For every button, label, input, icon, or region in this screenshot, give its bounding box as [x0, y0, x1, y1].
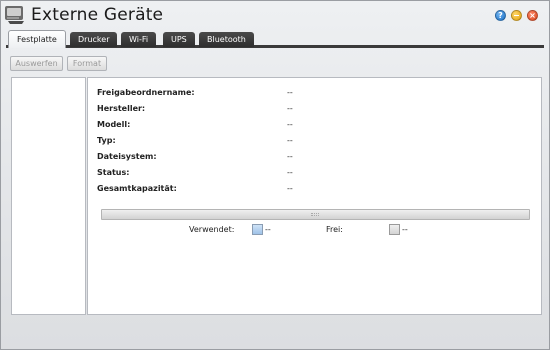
free-color-swatch	[389, 224, 400, 235]
tab-ups[interactable]: UPS	[163, 32, 195, 47]
used-label: Verwendet:	[189, 225, 235, 234]
detail-row-total-capacity: Gesamtkapazität: --	[97, 183, 517, 195]
detail-row-share-name: Freigabeordnername: --	[97, 87, 517, 99]
detail-value: --	[287, 88, 293, 97]
detail-value: --	[287, 184, 293, 193]
device-details-panel: Freigabeordnername: -- Hersteller: -- Mo…	[87, 77, 542, 315]
detail-label: Gesamtkapazität:	[97, 184, 177, 193]
device-list-panel[interactable]	[11, 77, 86, 315]
detail-value: --	[287, 168, 293, 177]
close-icon: ×	[529, 11, 536, 20]
capacity-usage-bar	[101, 209, 530, 220]
detail-label: Modell:	[97, 120, 131, 129]
tab-festplatte[interactable]: Festplatte	[8, 30, 66, 48]
used-value: --	[265, 225, 271, 234]
detail-value: --	[287, 136, 293, 145]
detail-value: --	[287, 104, 293, 113]
format-button[interactable]: Format	[67, 56, 107, 71]
detail-value: --	[287, 152, 293, 161]
detail-row-manufacturer: Hersteller: --	[97, 103, 517, 115]
detail-label: Status:	[97, 168, 130, 177]
detail-row-status: Status: --	[97, 167, 517, 179]
external-drive-icon	[4, 4, 26, 26]
eject-button[interactable]: Auswerfen	[10, 56, 63, 71]
help-button[interactable]: ?	[495, 10, 506, 21]
detail-label: Hersteller:	[97, 104, 146, 113]
tab-wifi[interactable]: Wi-Fi	[121, 32, 157, 47]
minimize-button[interactable]	[511, 10, 522, 21]
detail-row-type: Typ: --	[97, 135, 517, 147]
tab-drucker[interactable]: Drucker	[70, 32, 118, 47]
tab-bluetooth[interactable]: Bluetooth	[199, 32, 254, 47]
used-color-swatch	[252, 224, 263, 235]
detail-row-model: Modell: --	[97, 119, 517, 131]
external-devices-window: Externe Geräte ? × Festplatte Drucker Wi…	[0, 0, 550, 350]
window-title: Externe Geräte	[31, 5, 164, 25]
free-label: Frei:	[326, 225, 343, 234]
detail-label: Typ:	[97, 136, 116, 145]
detail-label: Dateisystem:	[97, 152, 157, 161]
detail-value: --	[287, 120, 293, 129]
detail-label: Freigabeordnername:	[97, 88, 195, 97]
free-value: --	[402, 225, 408, 234]
close-button[interactable]: ×	[527, 10, 538, 21]
title-bar: Externe Geräte ? ×	[1, 1, 549, 31]
bar-grip-icon	[311, 213, 319, 216]
detail-row-filesystem: Dateisystem: --	[97, 151, 517, 163]
